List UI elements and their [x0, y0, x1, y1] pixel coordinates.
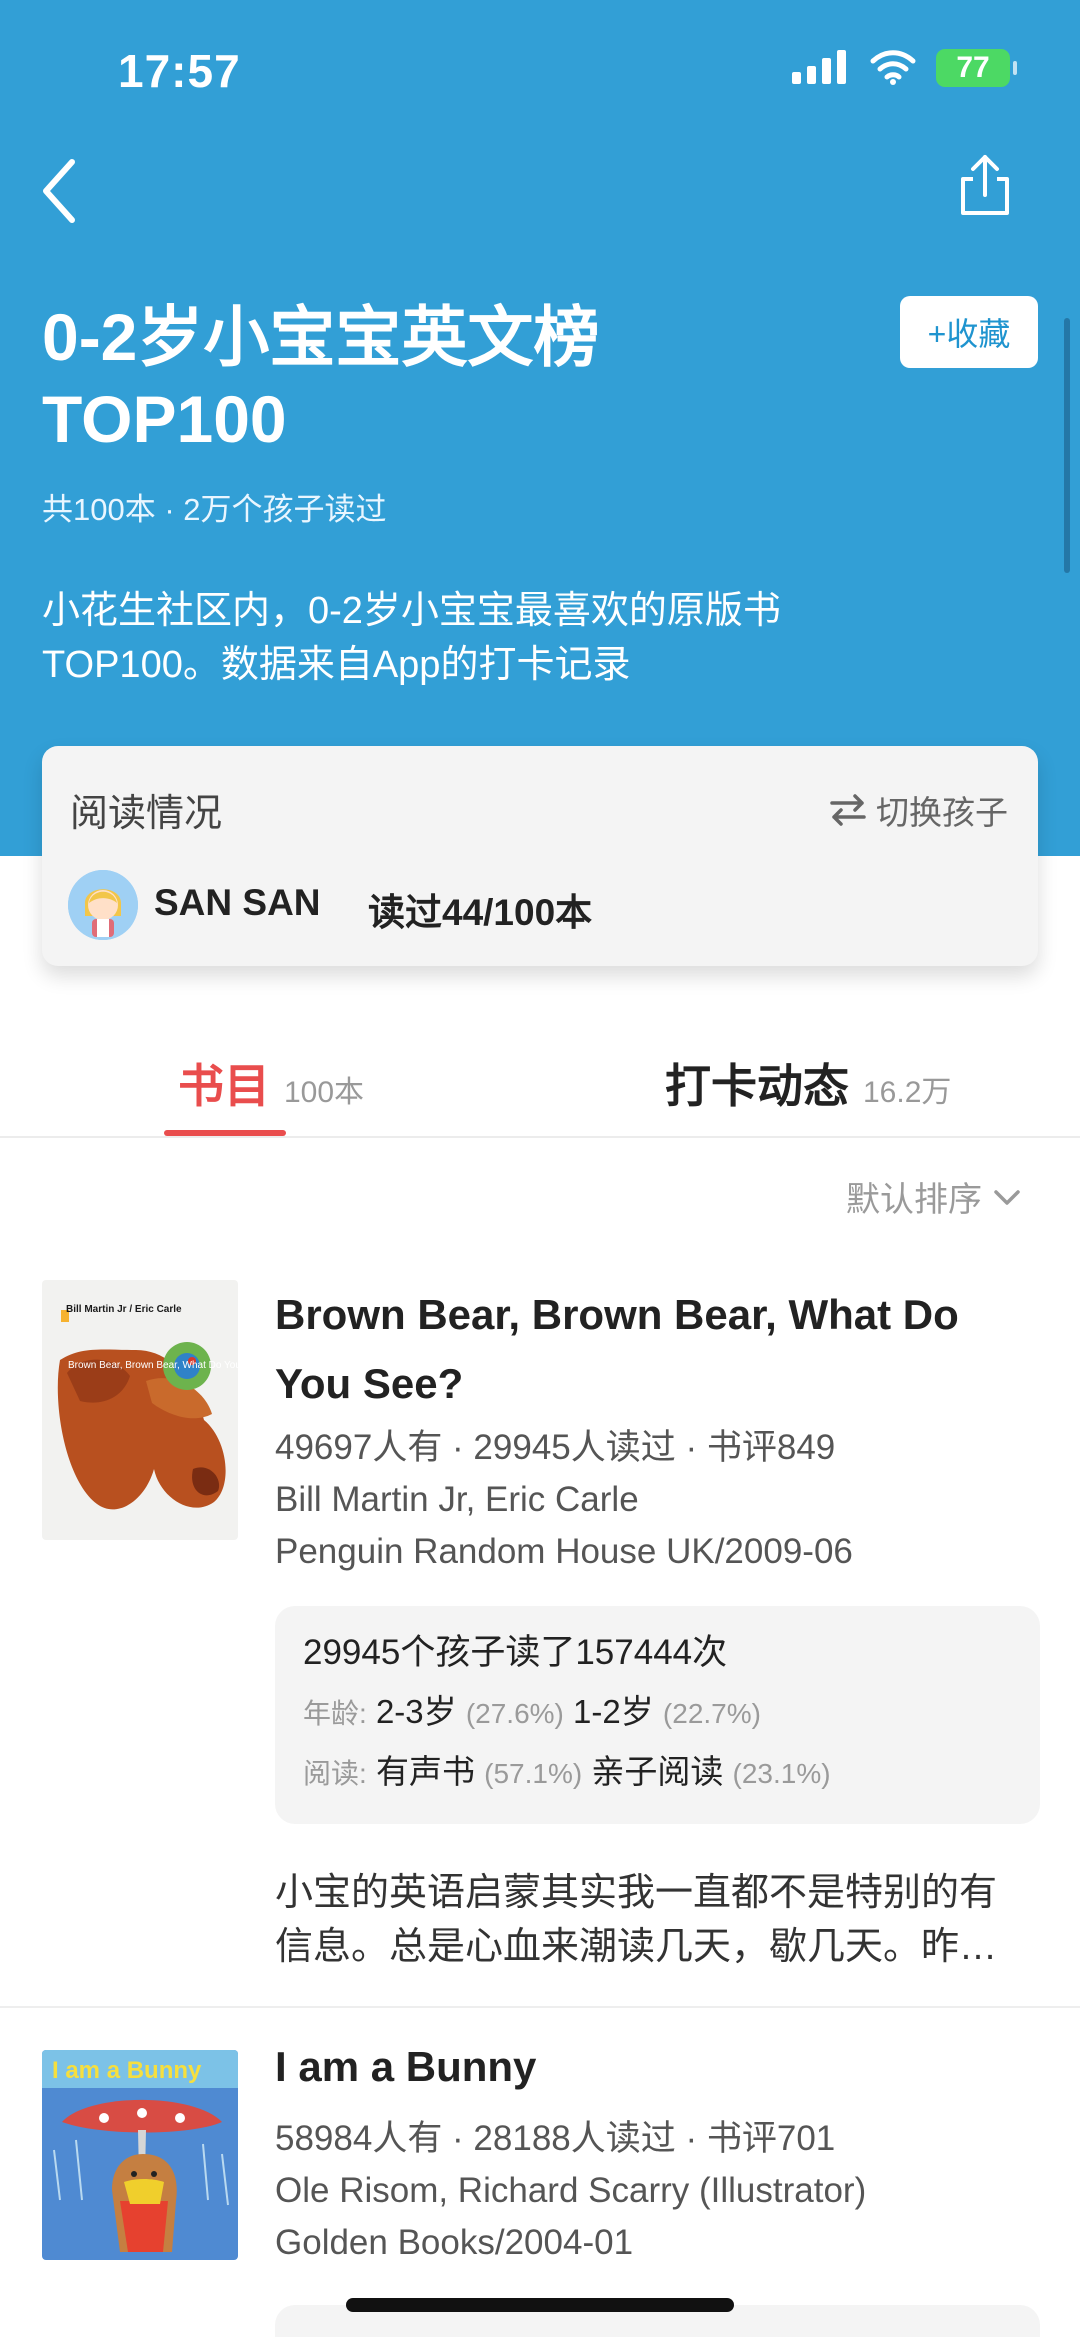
- book-title-line-1: Brown Bear, Brown Bear, What Do: [275, 1291, 959, 1338]
- header-banner: 17:57 77 0-2岁小宝宝英文榜 TOP100 +收藏 共100本 · 2…: [0, 0, 1080, 856]
- book-content: Brown Bear, Brown Bear, What Do You See?…: [275, 1280, 1040, 1974]
- wifi-icon: [870, 50, 916, 85]
- active-tab-indicator: [164, 1130, 286, 1136]
- book-title[interactable]: I am a Bunny: [275, 2032, 1040, 2101]
- list-description: 小花生社区内，0-2岁小宝宝最喜欢的原版书 TOP100。数据来自App的打卡记…: [42, 584, 922, 692]
- reading-status-title: 阅读情况: [70, 793, 223, 835]
- tab-checkins-label: 打卡动态: [665, 1060, 849, 1112]
- battery-level: 77: [956, 51, 990, 84]
- collect-button[interactable]: +收藏: [900, 296, 1038, 368]
- status-time: 17:57: [118, 45, 241, 97]
- tab-checkins-count: 16.2万: [863, 1076, 952, 1109]
- book-cover-i-am-a-bunny[interactable]: I am a Bunny: [42, 2050, 238, 2260]
- switch-child-label: 切换孩子: [876, 794, 1008, 831]
- read-count: 读过44/100本: [368, 892, 593, 933]
- content-tabs: 书目 100本 打卡动态 16.2万: [0, 1004, 1080, 1138]
- mode-2-pct: (23.1%): [732, 1758, 831, 1789]
- battery-icon: 77: [936, 49, 1017, 87]
- list-meta: 共100本 · 2万个孩子读过: [42, 492, 387, 527]
- age-1-pct: (27.6%): [465, 1698, 564, 1729]
- tab-books-count: 100本: [284, 1076, 365, 1109]
- book-stats: 49697人有 · 29945人读过 · 书评849: [275, 1428, 836, 1467]
- sort-dropdown[interactable]: 默认排序: [846, 1172, 1022, 1221]
- age-distribution: 年龄: 2-3岁 (27.6%) 1-2岁 (22.7%): [303, 1692, 1012, 1734]
- review-snippet[interactable]: 小宝的英语启蒙其实我一直都不是特别的有 信息。总是心血来潮读几天，歇几天。昨…: [275, 1866, 1040, 1974]
- tab-checkins[interactable]: 打卡动态 16.2万: [665, 1050, 951, 1116]
- reading-status-card: 阅读情况 切换孩子 SAN SAN 读过44/100本: [42, 746, 1038, 966]
- review-line-2: 信息。总是心血来潮读几天，歇几天。昨…: [275, 1926, 998, 1968]
- book-item[interactable]: I am a Bunny I am a Bunny 58984人有 · 2818…: [0, 2030, 1080, 2337]
- book-authors: Bill Martin Jr, Eric Carle: [275, 1480, 639, 1519]
- tab-books-label: 书目: [178, 1060, 270, 1112]
- age-1: 2-3岁: [375, 1693, 457, 1730]
- book-title[interactable]: Brown Bear, Brown Bear, What Do You See?: [275, 1280, 1040, 1418]
- mode-1-pct: (57.1%): [484, 1758, 583, 1789]
- sort-label: 默认排序: [846, 1181, 982, 1219]
- reading-stats-box: 29945个孩子读了157444次 年龄: 2-3岁 (27.6%) 1-2岁 …: [275, 1606, 1040, 1824]
- title-line-2: TOP100: [42, 382, 287, 456]
- home-indicator[interactable]: [346, 2298, 734, 2312]
- mode-2: 亲子阅读: [591, 1753, 724, 1790]
- description-line-2: TOP100。数据来自App的打卡记录: [42, 644, 631, 686]
- reading-summary: 29945个孩子读了157444次: [303, 1633, 728, 1672]
- age-2: 1-2岁: [573, 1693, 654, 1730]
- scrollbar[interactable]: [1064, 318, 1070, 573]
- child-name: SAN SAN: [154, 882, 321, 923]
- book-cover-brown-bear[interactable]: Bill Martin Jr / Eric Carle Brown Bear, …: [42, 1280, 238, 1540]
- review-line-1: 小宝的英语启蒙其实我一直都不是特别的有: [275, 1872, 998, 1914]
- book-stats: 58984人有 · 28188人读过 · 书评701: [275, 2119, 836, 2158]
- chevron-down-icon: [994, 1189, 1020, 1205]
- share-icon[interactable]: [955, 153, 1015, 219]
- back-arrow-icon[interactable]: [36, 156, 86, 226]
- age-label: 年龄:: [303, 1698, 367, 1729]
- avatar: [68, 870, 138, 940]
- book-publisher: Penguin Random House UK/2009-06: [275, 1532, 853, 1571]
- reading-mode-distribution: 阅读: 有声书 (57.1%) 亲子阅读 (23.1%): [303, 1752, 1012, 1794]
- mode-1: 有声书: [375, 1753, 475, 1790]
- cover-title-line: Brown Bear, Brown Bear, What Do You See?: [68, 1360, 238, 1371]
- status-icons: 77: [792, 48, 1017, 88]
- screen: 17:57 77 0-2岁小宝宝英文榜 TOP100 +收藏 共100本 · 2…: [0, 0, 1080, 2337]
- book-publisher: Golden Books/2004-01: [275, 2223, 634, 2262]
- signal-icon: [792, 50, 846, 84]
- page-title: 0-2岁小宝宝英文榜 TOP100: [42, 296, 882, 460]
- book-item[interactable]: Bill Martin Jr / Eric Carle Brown Bear, …: [0, 1280, 1080, 2008]
- cover-title-text: I am a Bunny: [52, 2057, 202, 2084]
- tab-books[interactable]: 书目 100本: [178, 1050, 364, 1116]
- book-content: I am a Bunny 58984人有 · 28188人读过 · 书评701 …: [275, 2032, 1040, 2337]
- description-line-1: 小花生社区内，0-2岁小宝宝最喜欢的原版书: [42, 590, 781, 632]
- switch-arrows-icon: [830, 794, 866, 826]
- cover-author-text: Bill Martin Jr / Eric Carle: [66, 1304, 182, 1315]
- age-2-pct: (22.7%): [662, 1698, 761, 1729]
- book-title-line-2: You See?: [275, 1360, 464, 1407]
- mode-label: 阅读:: [303, 1758, 367, 1789]
- book-authors: Ole Risom, Richard Scarry (Illustrator): [275, 2171, 867, 2210]
- title-line-1: 0-2岁小宝宝英文榜: [42, 300, 600, 374]
- switch-child-button[interactable]: 切换孩子: [828, 786, 1008, 834]
